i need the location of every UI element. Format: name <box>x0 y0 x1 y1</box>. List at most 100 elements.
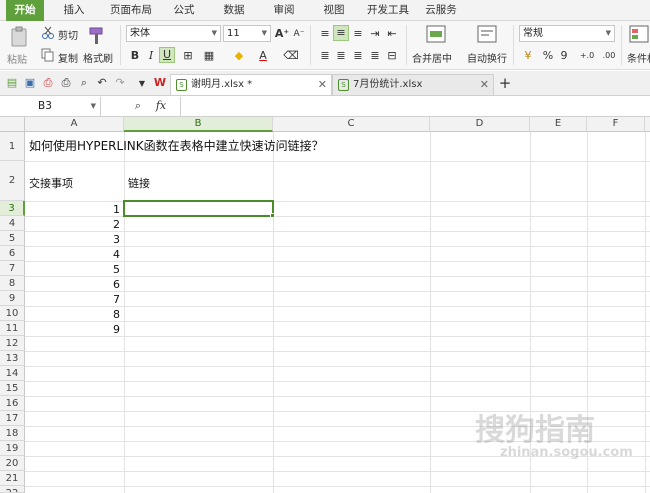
wrap-text-icon[interactable] <box>477 25 497 43</box>
align-middle-icon[interactable]: ≡ <box>333 25 349 41</box>
tab-cloud[interactable]: 云服务 <box>420 0 462 21</box>
zoom-icon[interactable]: ⌕ <box>130 98 146 114</box>
cell-a3[interactable]: 1 <box>26 203 120 216</box>
row-header-13[interactable]: 13 <box>0 351 25 366</box>
number-format-select[interactable]: 常规 ▼ <box>519 25 615 42</box>
copy-label[interactable]: 复制 <box>58 50 78 65</box>
row-header-18[interactable]: 18 <box>0 426 25 441</box>
cell-style-icon[interactable]: ▦ <box>201 48 217 64</box>
column-header-d[interactable]: D <box>430 117 530 132</box>
spreadsheet-grid[interactable]: A B C D E F 1 2 3 4 5 6 7 8 9 10 11 12 1… <box>0 117 650 493</box>
tab-developer[interactable]: 开发工具 <box>362 0 414 21</box>
wps-logo-icon[interactable]: W <box>152 75 168 91</box>
paste-label[interactable]: 粘贴 <box>7 51 27 66</box>
shrink-font-icon[interactable]: A⁻ <box>291 26 307 42</box>
column-header-e[interactable]: E <box>530 117 587 132</box>
preview-icon[interactable]: ⌕ <box>76 75 92 91</box>
outdent-icon[interactable]: ⇤ <box>384 26 400 42</box>
justify-icon[interactable]: ≣ <box>367 48 383 64</box>
align-right-icon[interactable]: ≣ <box>350 48 366 64</box>
align-bottom-icon[interactable]: ≡ <box>350 26 366 42</box>
row-header-9[interactable]: 9 <box>0 291 25 306</box>
font-family-select[interactable]: 宋体 ▼ <box>126 25 221 42</box>
cell-a2[interactable]: 交接事项 <box>29 175 73 191</box>
cell-a9[interactable]: 7 <box>26 293 120 306</box>
close-icon[interactable]: ✕ <box>480 75 489 95</box>
tab-formulas[interactable]: 公式 <box>166 0 202 21</box>
tab-page-layout[interactable]: 页面布局 <box>106 0 156 21</box>
align-center-icon[interactable]: ≣ <box>333 48 349 64</box>
row-header-12[interactable]: 12 <box>0 336 25 351</box>
column-header-a[interactable]: A <box>25 117 124 132</box>
distribute-icon[interactable]: ⊟ <box>384 48 400 64</box>
tab-review[interactable]: 审阅 <box>266 0 302 21</box>
column-header-f[interactable]: F <box>587 117 645 132</box>
currency-icon[interactable]: ¥ <box>520 48 536 64</box>
row-header-11[interactable]: 11 <box>0 321 25 336</box>
merge-center-label[interactable]: 合并居中 <box>412 50 452 65</box>
tab-view[interactable]: 视图 <box>316 0 352 21</box>
row-header-2[interactable]: 2 <box>0 161 25 201</box>
cell-a6[interactable]: 4 <box>26 248 120 261</box>
row-header-3[interactable]: 3 <box>0 201 25 216</box>
fill-handle[interactable] <box>270 213 275 218</box>
function-icon[interactable]: fx <box>150 98 172 114</box>
italic-icon[interactable]: I <box>143 48 159 64</box>
doc-tab-active[interactable]: S 谢明月.xlsx * ✕ <box>170 74 332 95</box>
cell-a10[interactable]: 8 <box>26 308 120 321</box>
cell-a8[interactable]: 6 <box>26 278 120 291</box>
row-header-4[interactable]: 4 <box>0 216 25 231</box>
align-left-icon[interactable]: ≣ <box>317 48 333 64</box>
comma-icon[interactable]: 9 <box>556 48 572 64</box>
row-header-21[interactable]: 21 <box>0 471 25 486</box>
bold-icon[interactable]: B <box>127 48 143 64</box>
font-size-select[interactable]: 11 ▼ <box>223 25 271 42</box>
tab-insert[interactable]: 插入 <box>56 0 92 21</box>
scissors-icon[interactable] <box>41 26 55 40</box>
doc-tab[interactable]: S 7月份统计.xlsx ✕ <box>332 74 494 95</box>
tab-home[interactable]: 开始 <box>6 0 44 21</box>
cell-a11[interactable]: 9 <box>26 323 120 336</box>
row-header-8[interactable]: 8 <box>0 276 25 291</box>
cell-a7[interactable]: 5 <box>26 263 120 276</box>
row-header-10[interactable]: 10 <box>0 306 25 321</box>
cell-b2[interactable]: 链接 <box>128 175 150 191</box>
column-header-b[interactable]: B <box>124 117 273 132</box>
merge-center-icon[interactable] <box>426 25 446 43</box>
row-header-19[interactable]: 19 <box>0 441 25 456</box>
clear-format-icon[interactable]: ⌫ <box>283 48 299 64</box>
conditional-format-icon[interactable] <box>629 25 649 43</box>
name-box[interactable]: B3 ▼ <box>0 97 101 116</box>
formula-input[interactable] <box>182 97 648 116</box>
underline-icon[interactable]: U <box>159 47 175 63</box>
new-tab-icon[interactable]: + <box>497 75 513 91</box>
cell-a5[interactable]: 3 <box>26 233 120 246</box>
row-header-17[interactable]: 17 <box>0 411 25 426</box>
menu-icon[interactable]: ▤ <box>4 75 20 91</box>
row-header-5[interactable]: 5 <box>0 231 25 246</box>
undo-icon[interactable]: ↶ <box>94 75 110 91</box>
cell-a4[interactable]: 2 <box>26 218 120 231</box>
column-header-g[interactable] <box>645 117 650 132</box>
row-header-1[interactable]: 1 <box>0 132 25 161</box>
copy-icon[interactable] <box>41 48 55 62</box>
row-header-22[interactable]: 22 <box>0 486 25 493</box>
font-color-icon[interactable]: A <box>255 48 271 64</box>
print-icon[interactable]: ⎙ <box>58 75 74 91</box>
border-icon[interactable]: ⊞ <box>180 48 196 64</box>
grow-font-icon[interactable]: A⁺ <box>274 26 290 42</box>
increase-decimal-icon[interactable]: +.0 <box>576 48 598 64</box>
cut-label[interactable]: 剪切 <box>58 27 78 42</box>
row-header-16[interactable]: 16 <box>0 396 25 411</box>
align-top-icon[interactable]: ≡ <box>317 26 333 42</box>
close-icon[interactable]: ✕ <box>318 75 327 95</box>
conditional-format-label[interactable]: 条件格 <box>627 50 650 65</box>
tab-data[interactable]: 数据 <box>216 0 252 21</box>
format-painter-label[interactable]: 格式刷 <box>83 50 113 65</box>
row-header-15[interactable]: 15 <box>0 381 25 396</box>
format-painter-icon[interactable] <box>87 26 107 46</box>
decrease-decimal-icon[interactable]: .00 <box>598 48 620 64</box>
row-header-6[interactable]: 6 <box>0 246 25 261</box>
pdf-icon[interactable]: ⎙ <box>40 75 56 91</box>
paste-icon[interactable] <box>9 26 29 48</box>
